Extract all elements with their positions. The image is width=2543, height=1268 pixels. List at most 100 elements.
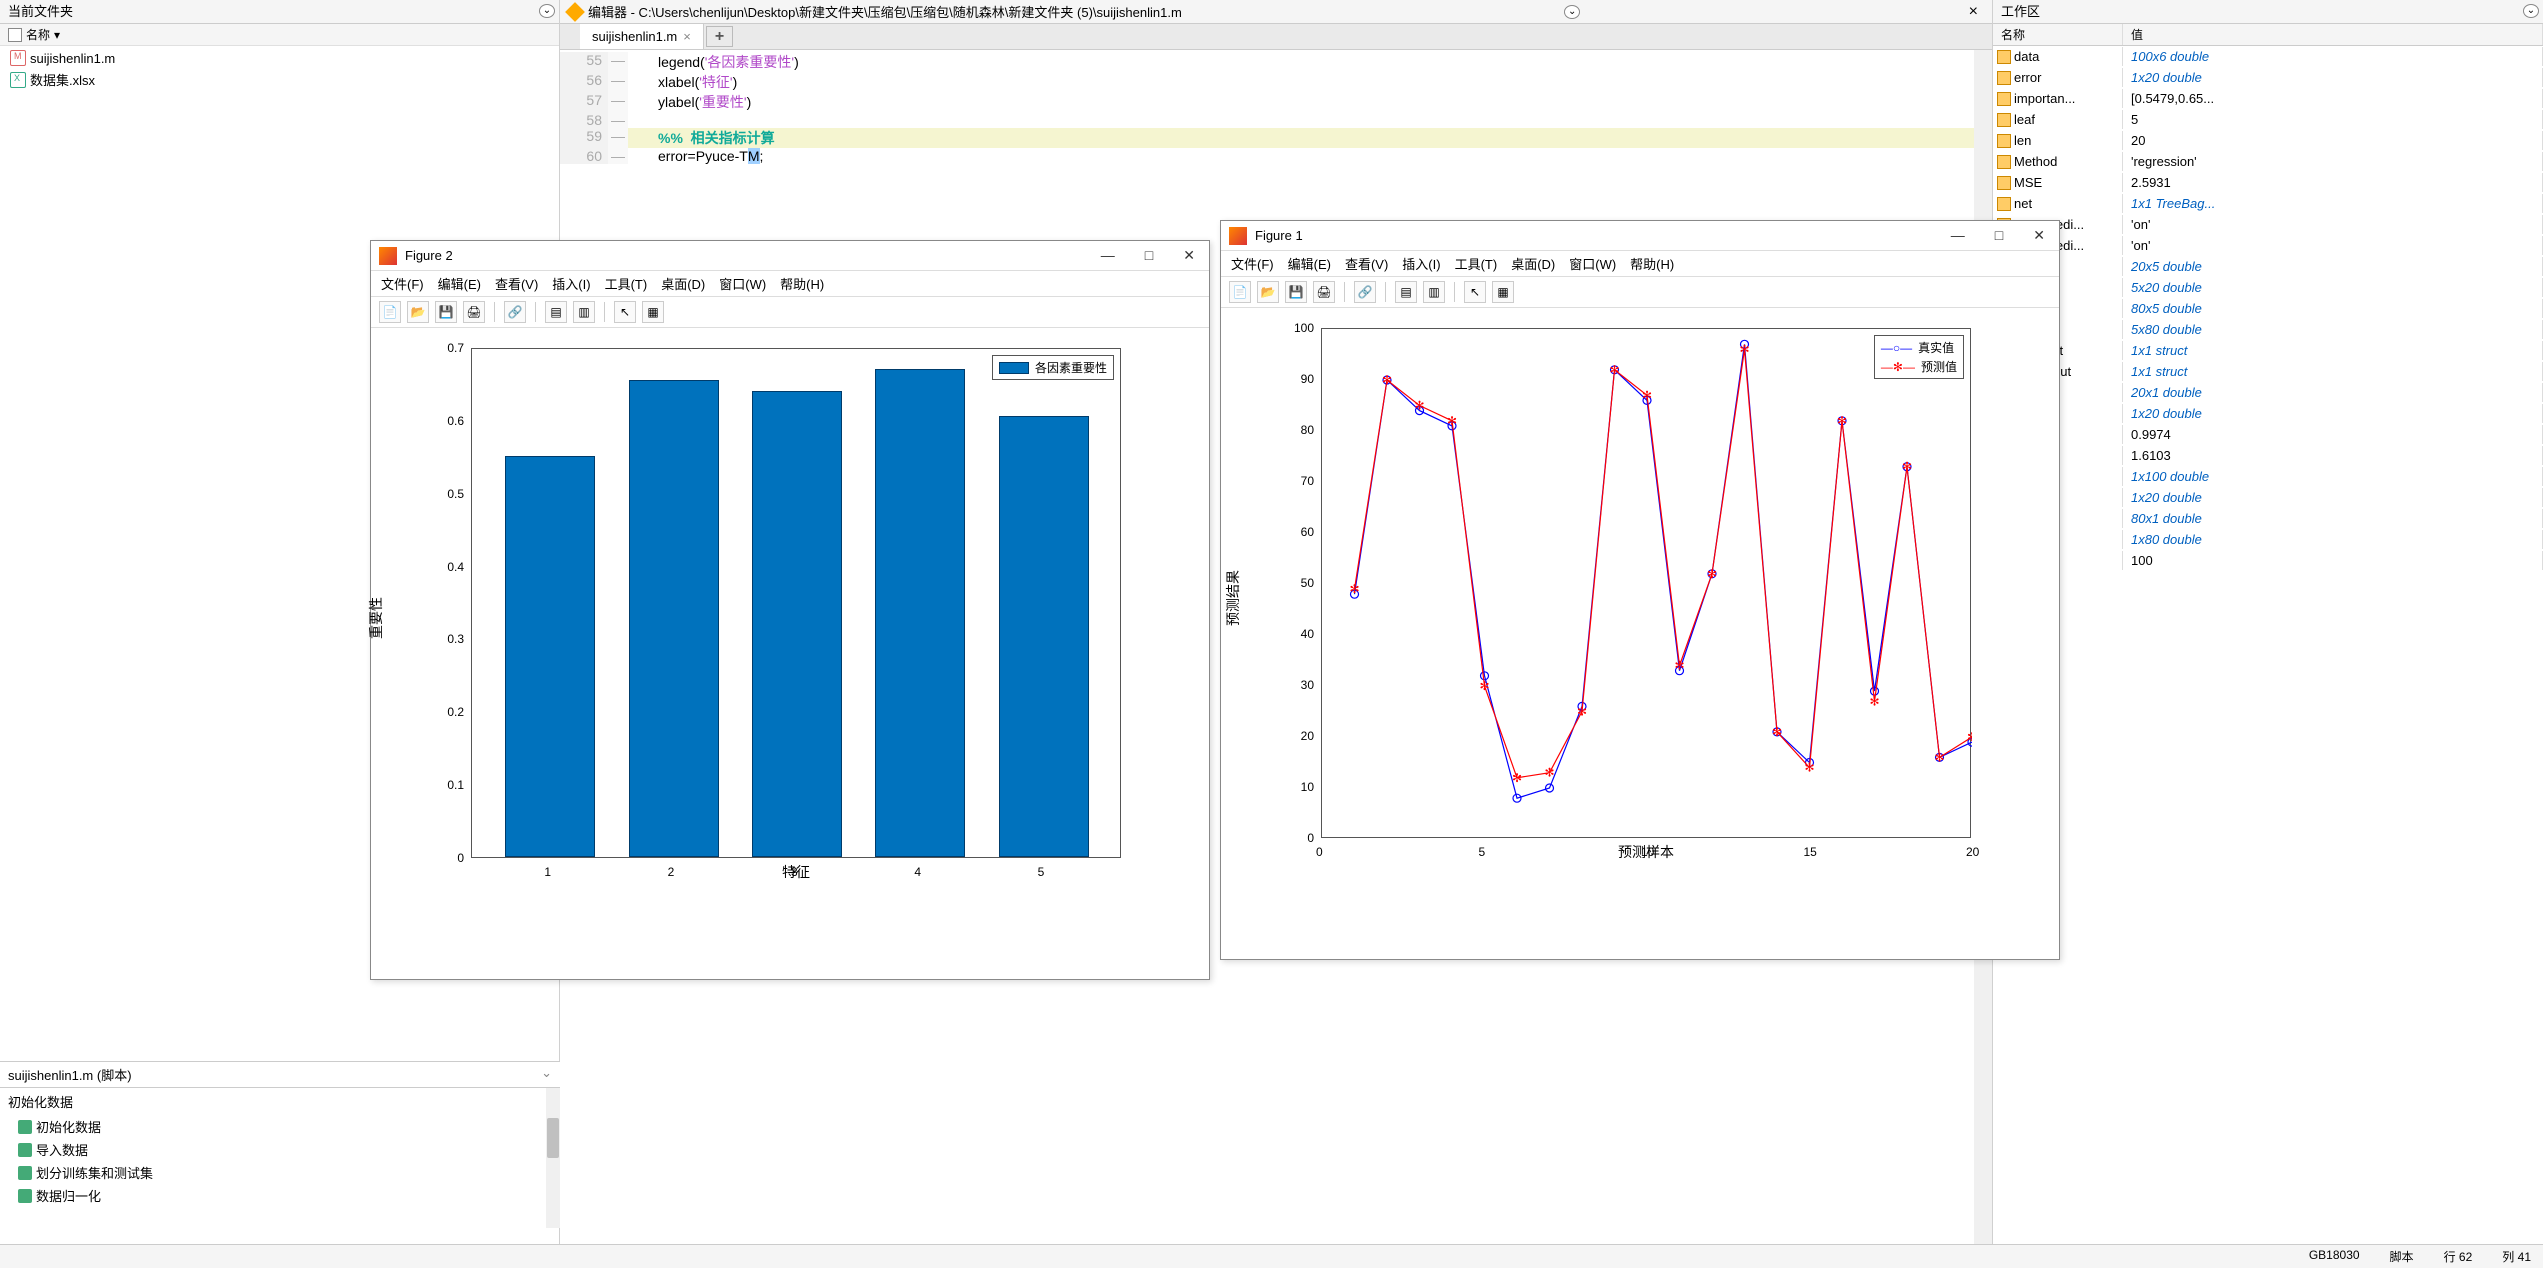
ws-name-col[interactable]: 名称 [1993, 24, 2123, 45]
menu-item[interactable]: 桌面(D) [1511, 254, 1555, 273]
menu-item[interactable]: 编辑(E) [1288, 254, 1331, 273]
maximize-icon[interactable]: □ [1989, 225, 2009, 246]
workspace-row[interactable]: leaf5 [1993, 109, 2543, 130]
editor-dropdown-icon[interactable]: ⌄ [1564, 5, 1580, 19]
open-icon[interactable]: 📂 [1257, 281, 1279, 303]
col-label: 列 [2502, 1250, 2514, 1264]
workspace-row[interactable]: PN5x80 double [1993, 319, 2543, 340]
y-tick: 20 [1301, 729, 1314, 743]
menu-item[interactable]: 工具(T) [605, 274, 648, 293]
workspace-row[interactable]: pm20x5 double [1993, 256, 2543, 277]
workspace-row[interactable]: TM1x20 double [1993, 487, 2543, 508]
datatip-icon[interactable]: ▦ [642, 301, 664, 323]
workspace-row[interactable]: R20.9974 [1993, 424, 2543, 445]
pointer-icon[interactable]: ↖ [1464, 281, 1486, 303]
workspace-row[interactable]: RMSE1.6103 [1993, 445, 2543, 466]
section-item[interactable]: 划分训练集和测试集 [0, 1161, 560, 1184]
maximize-icon[interactable]: □ [1139, 245, 1159, 266]
figure-titlebar[interactable]: Figure 2 — □ ✕ [371, 241, 1209, 271]
svg-text:✻: ✻ [1382, 373, 1392, 387]
menu-item[interactable]: 插入(I) [552, 274, 590, 293]
menu-item[interactable]: 帮助(H) [780, 274, 824, 293]
panel-icon[interactable]: ▤ [545, 301, 567, 323]
col-value: 41 [2518, 1250, 2531, 1264]
panel2-icon[interactable]: ▥ [573, 301, 595, 323]
menu-item[interactable]: 查看(V) [495, 274, 538, 293]
menu-item[interactable]: 窗口(W) [1569, 254, 1616, 273]
workspace-row[interactable]: ps_input1x1 struct [1993, 340, 2543, 361]
menu-item[interactable]: 查看(V) [1345, 254, 1388, 273]
workspace-row[interactable]: len20 [1993, 130, 2543, 151]
figure-title: Figure 1 [1255, 228, 1303, 243]
new-icon[interactable]: 📄 [1229, 281, 1251, 303]
workspace-row[interactable]: PM5x20 double [1993, 277, 2543, 298]
section-item[interactable]: 初始化数据 [0, 1115, 560, 1138]
menu-item[interactable]: 文件(F) [381, 274, 424, 293]
save-icon[interactable]: 💾 [435, 301, 457, 323]
doc-icon [8, 28, 22, 42]
open-icon[interactable]: 📂 [407, 301, 429, 323]
panel2-icon[interactable]: ▥ [1423, 281, 1445, 303]
workspace-row[interactable]: TN1x80 double [1993, 529, 2543, 550]
menu-item[interactable]: 帮助(H) [1630, 254, 1674, 273]
file-name: 数据集.xlsx [30, 70, 95, 89]
figure-titlebar[interactable]: Figure 1 — □ ✕ [1221, 221, 2059, 251]
workspace-row[interactable]: Pyuce1x20 double [1993, 403, 2543, 424]
close-icon[interactable]: ✕ [2027, 225, 2051, 246]
minimize-icon[interactable]: — [1095, 245, 1121, 266]
line-chart-box: ✻✻✻✻✻✻✻✻✻✻✻✻✻✻✻✻✻✻✻✻ —○—真实值 —✻—预测值 01020… [1321, 328, 1971, 838]
tab-close-icon[interactable]: × [683, 29, 691, 44]
section-item[interactable]: 导入数据 [0, 1138, 560, 1161]
menu-item[interactable]: 插入(I) [1402, 254, 1440, 273]
workspace-row[interactable]: pn80x5 double [1993, 298, 2543, 319]
script-header[interactable]: suijishenlin1.m (脚本) ⌄ [0, 1061, 560, 1088]
menu-item[interactable]: 工具(T) [1455, 254, 1498, 273]
scrollbar[interactable] [546, 1088, 560, 1228]
print-icon[interactable]: 🖨 [1313, 281, 1335, 303]
datatip-icon[interactable]: ▦ [1492, 281, 1514, 303]
workspace-row[interactable]: tn80x1 double [1993, 508, 2543, 529]
ws-value-col[interactable]: 值 [2123, 24, 2543, 45]
link-icon[interactable]: 🔗 [1354, 281, 1376, 303]
workspace-row[interactable]: importan...[0.5479,0.65... [1993, 88, 2543, 109]
workspace-row[interactable]: net1x1 TreeBag... [1993, 193, 2543, 214]
menu-item[interactable]: 文件(F) [1231, 254, 1274, 273]
file-name: suijishenlin1.m [30, 51, 115, 66]
pencil-icon [565, 2, 585, 22]
figure-2-window[interactable]: Figure 2 — □ ✕ 文件(F) 编辑(E) 查看(V) 插入(I) 工具(T)… [370, 240, 1210, 980]
workspace-row[interactable]: pyuce20x1 double [1993, 382, 2543, 403]
scrollbar-thumb[interactable] [547, 1118, 559, 1158]
workspace-row[interactable]: MSE2.5931 [1993, 172, 2543, 193]
link-icon[interactable]: 🔗 [504, 301, 526, 323]
workspace-row[interactable]: TE1x100 double [1993, 466, 2543, 487]
close-icon[interactable]: ✕ [1177, 245, 1201, 266]
workspace-row[interactable]: trees100 [1993, 550, 2543, 571]
bar [629, 380, 719, 857]
section-item[interactable]: 数据归一化 [0, 1184, 560, 1207]
pointer-icon[interactable]: ↖ [614, 301, 636, 323]
panel-dropdown-icon[interactable]: ⌄ [2523, 4, 2539, 18]
minimize-icon[interactable]: — [1945, 225, 1971, 246]
panel-dropdown-icon[interactable]: ⌄ [539, 4, 555, 18]
file-item[interactable]: suijishenlin1.m [4, 48, 555, 68]
editor-tab[interactable]: suijishenlin1.m × [580, 24, 704, 49]
workspace-row[interactable]: ps_output1x1 struct [1993, 361, 2543, 382]
new-icon[interactable]: 📄 [379, 301, 401, 323]
workspace-row[interactable]: OOBPredi...'on' [1993, 214, 2543, 235]
chevron-down-icon[interactable]: ⌄ [541, 1065, 552, 1081]
file-item[interactable]: 数据集.xlsx [4, 68, 555, 91]
add-tab-button[interactable]: + [706, 26, 733, 47]
code-area[interactable]: 55—legend('各因素重要性')56—xlabel('特征')57—yla… [560, 50, 1992, 166]
workspace-row[interactable]: error1x20 double [1993, 67, 2543, 88]
figure-1-window[interactable]: Figure 1 — □ ✕ 文件(F) 编辑(E) 查看(V) 插入(I) 工具(T)… [1220, 220, 2060, 960]
close-icon[interactable]: × [1963, 3, 1984, 21]
workspace-row[interactable]: data100x6 double [1993, 46, 2543, 67]
workspace-row[interactable]: OOBPredi...'on' [1993, 235, 2543, 256]
print-icon[interactable]: 🖨 [463, 301, 485, 323]
menu-item[interactable]: 窗口(W) [719, 274, 766, 293]
menu-item[interactable]: 桌面(D) [661, 274, 705, 293]
panel-icon[interactable]: ▤ [1395, 281, 1417, 303]
workspace-row[interactable]: Method'regression' [1993, 151, 2543, 172]
menu-item[interactable]: 编辑(E) [438, 274, 481, 293]
save-icon[interactable]: 💾 [1285, 281, 1307, 303]
